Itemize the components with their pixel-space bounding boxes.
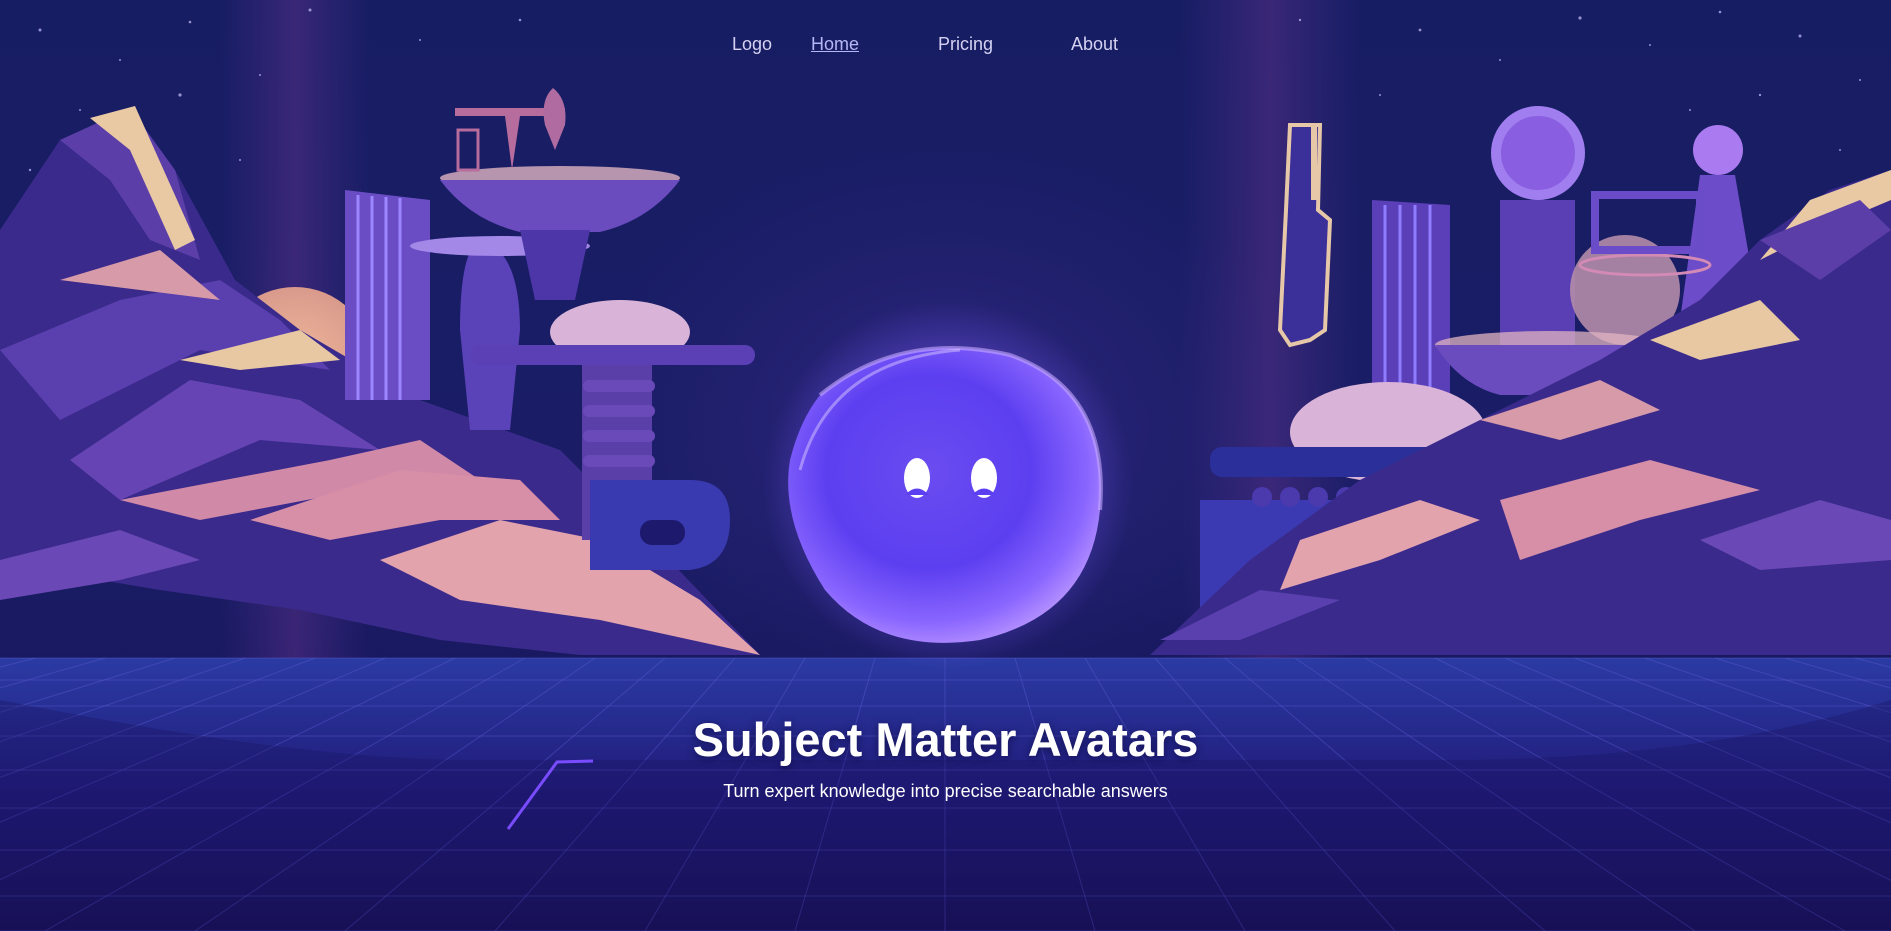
nav-item-about[interactable]: About: [1071, 34, 1118, 55]
nav-logo-link[interactable]: Logo: [732, 34, 772, 55]
orb-avatar-icon: [763, 299, 1133, 669]
hero-subtitle: Turn expert knowledge into precise searc…: [723, 781, 1168, 801]
nav-item-pricing[interactable]: Pricing: [938, 34, 993, 55]
top-navigation: Logo Home Pricing About: [0, 0, 1891, 92]
hero-title: Subject Matter Avatars: [692, 713, 1199, 766]
nav-item-home[interactable]: Home: [811, 34, 859, 55]
